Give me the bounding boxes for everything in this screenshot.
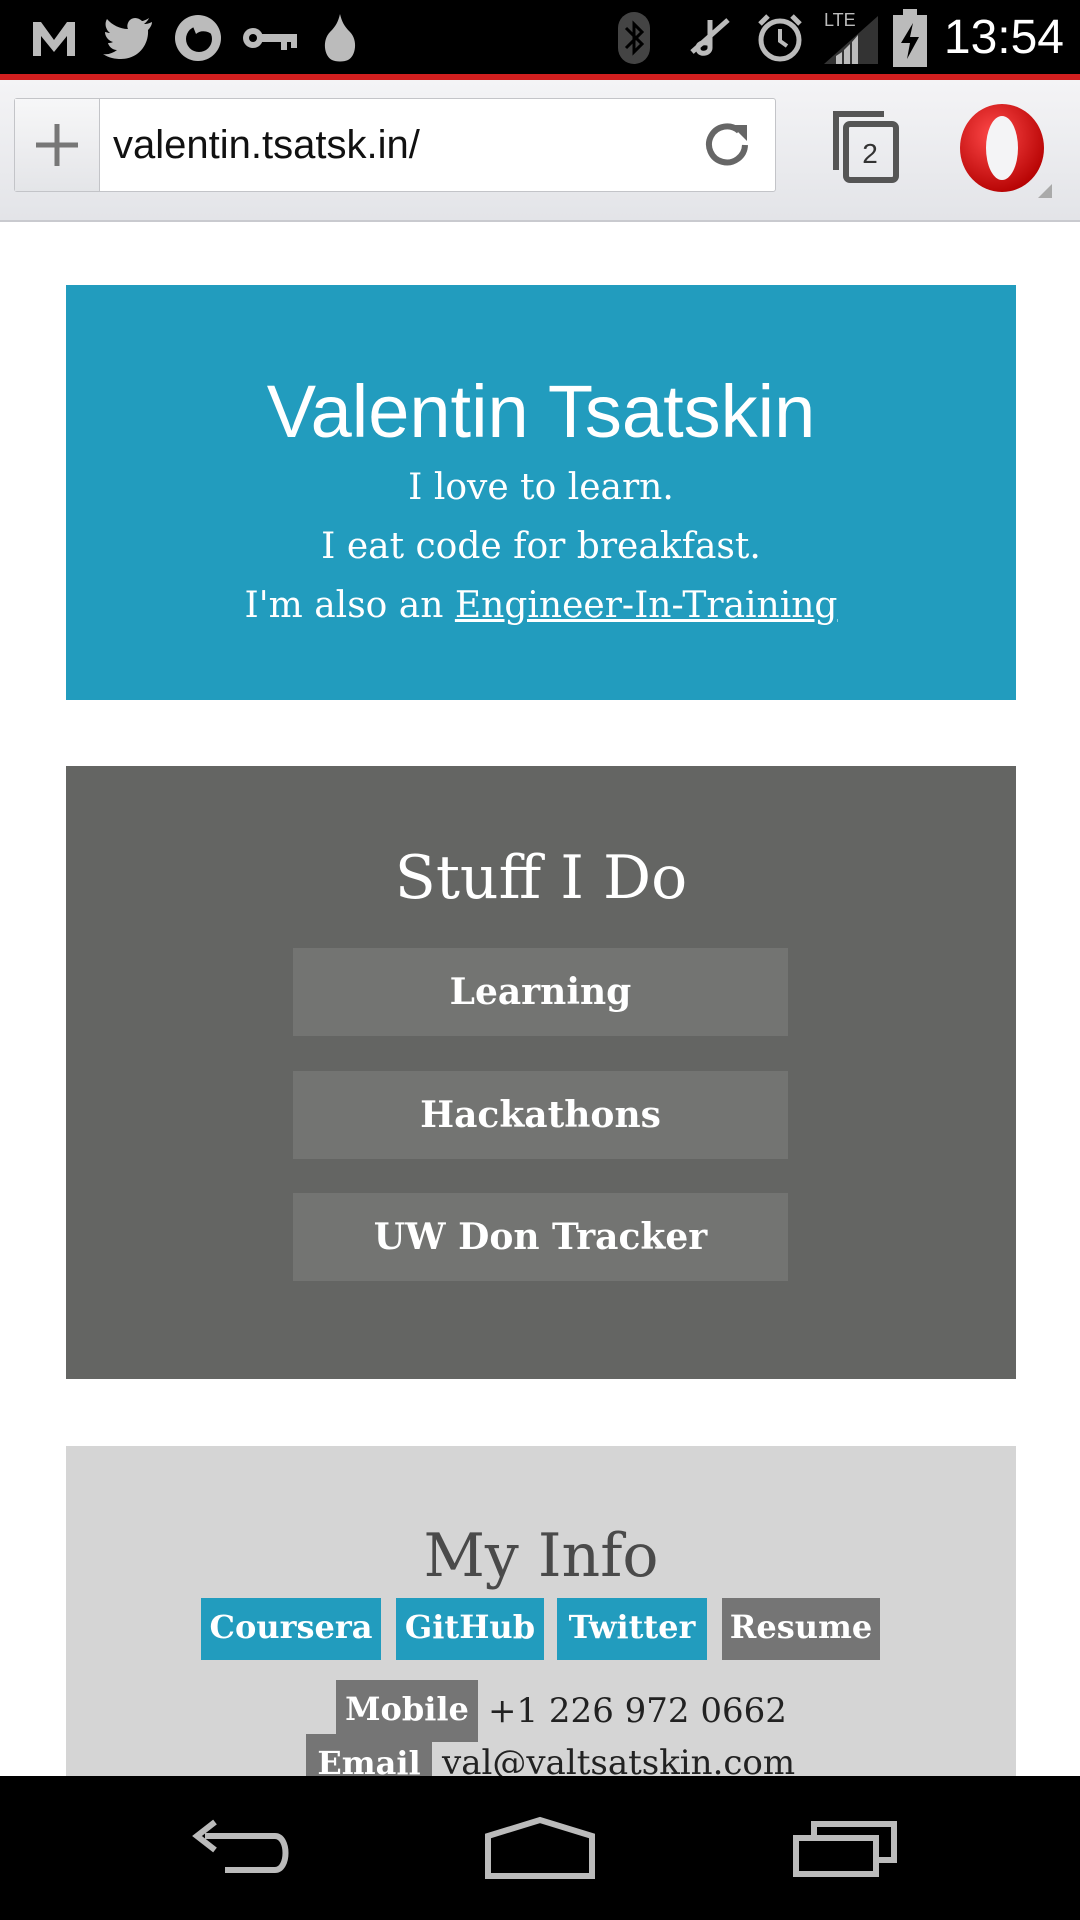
recents-icon [793,1821,897,1877]
key-icon [240,10,300,66]
engineer-in-training-link[interactable]: Engineer-In-Training [455,585,838,626]
reload-button[interactable] [699,117,755,173]
github-link[interactable]: GitHub [396,1598,544,1660]
status-bar: LTE 13:54 [0,0,1080,76]
twitter-icon [100,10,156,66]
coursera-link[interactable]: Coursera [201,1598,381,1660]
gmail-icon [26,10,82,66]
info-title: My Info [423,1521,659,1591]
lte-signal-icon: LTE [822,10,880,66]
garlic-icon [318,10,362,66]
hero-tagline-3: I'm also an Engineer-In-Training [66,581,1016,631]
mute-icon [682,10,738,66]
svg-text:LTE: LTE [824,10,856,30]
tab-count: 2 [862,138,878,169]
status-time: 13:54 [943,11,1064,64]
hero-tagline-1: I love to learn. [408,467,674,508]
home-button[interactable] [475,1806,605,1890]
info-section: My Info Coursera GitHub Twitter Resume M… [66,1446,1016,1776]
mobile-label: Mobile [336,1680,478,1742]
home-icon [485,1816,595,1879]
browser-toolbar: valentin.tsatsk.in/ 2 [0,80,1080,222]
battery-charging-icon [890,9,930,67]
email-label: Email [306,1734,432,1776]
hackathons-button[interactable]: Hackathons [293,1071,788,1159]
learning-button[interactable]: Learning [293,948,788,1036]
hero-tagline-2: I eat code for breakfast. [321,526,761,567]
twitter-link[interactable]: Twitter [557,1598,707,1660]
hero-tagline-3-prefix: I'm also an [244,585,455,626]
tabs-button[interactable]: 2 [828,108,904,188]
uw-don-tracker-button[interactable]: UW Don Tracker [293,1193,788,1281]
firefox-icon [170,10,226,66]
back-icon [192,1819,289,1873]
new-tab-plus-button[interactable] [15,99,100,191]
hero-card: Valentin Tsatskin I love to learn. I eat… [66,285,1016,700]
navigation-bar [0,1776,1080,1920]
alarm-icon [752,10,808,66]
recents-button[interactable] [780,1806,910,1890]
bluetooth-icon [614,10,654,66]
back-button[interactable] [175,1806,305,1890]
hero-name: Valentin Tsatskin [266,370,816,453]
opera-logo-icon [960,104,1052,198]
url-text[interactable]: valentin.tsatsk.in/ [113,99,420,191]
address-bar[interactable]: valentin.tsatsk.in/ [14,98,776,192]
email-value[interactable]: val@valtsatskin.com [442,1736,922,1776]
stuff-title: Stuff I Do [394,843,688,913]
mobile-value: +1 226 972 0662 [488,1691,787,1731]
resume-link[interactable]: Resume [722,1598,880,1660]
opera-menu-button[interactable] [956,102,1056,202]
stuff-section: Stuff I Do Learning Hackathons UW Don Tr… [66,766,1016,1379]
reload-icon [706,123,748,166]
plus-icon [36,124,78,166]
